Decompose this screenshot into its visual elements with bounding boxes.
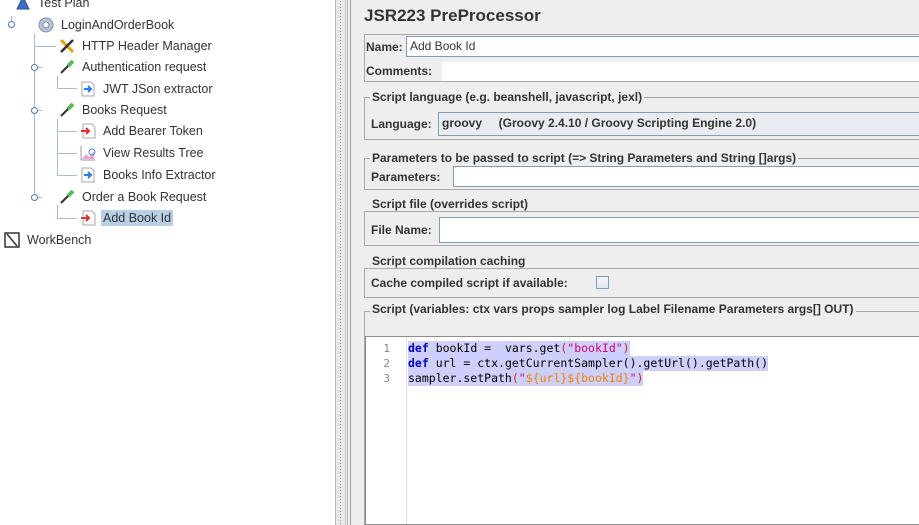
tree-node-label: Test Plan (38, 0, 90, 10)
extractor-icon (79, 166, 97, 184)
code-text: url = ctx.getCurrentSampler (428, 356, 623, 370)
line-number: 1 (383, 342, 390, 355)
script-group-title: Script (variables: ctx vars props sample… (370, 302, 856, 316)
tree-node-thread-group[interactable]: LoginAndOrderBook (37, 15, 176, 35)
wrench-screwdriver-icon (58, 37, 76, 55)
code-string: " (629, 371, 637, 385)
parameters-field[interactable] (453, 166, 919, 187)
language-label: Language: (371, 117, 432, 131)
tree-node-label: Add Book Id (101, 210, 174, 226)
tree-node-label: Order a Book Request (82, 190, 207, 204)
tree-node-order-book-request[interactable]: Order a Book Request (58, 187, 208, 207)
tree-node-label: Add Bearer Token (103, 124, 203, 138)
splitter-rail (345, 0, 346, 525)
tree-node-label: Books Request (82, 103, 167, 117)
line-number: 3 (383, 372, 390, 385)
comments-field[interactable] (442, 62, 919, 81)
tree-node-label: LoginAndOrderBook (61, 18, 175, 32)
tree-node-add-bearer-token[interactable]: Add Bearer Token (79, 121, 205, 141)
tree-connector (34, 34, 35, 197)
code-text: bookId = vars.get (428, 341, 561, 355)
cache-label: Cache compiled script if available: (371, 276, 568, 290)
extractor-icon (79, 80, 97, 98)
script-editor[interactable]: 1 2 3 def bookId = vars.get("bookId") de… (365, 336, 919, 525)
tree-node-label: View Results Tree (103, 146, 204, 160)
code-paren: ) (636, 371, 644, 385)
comments-label: Comments: (366, 64, 433, 78)
tree-connector (57, 119, 58, 175)
code-keyword: def (408, 356, 429, 370)
tree-node-jwt-json-extractor[interactable]: JWT JSon extractor (79, 79, 215, 99)
flask-icon (14, 0, 32, 12)
test-plan-tree[interactable]: Test Plan LoginAndOrderBook HTTP Header … (0, 0, 335, 525)
gear-icon (37, 16, 55, 34)
splitter-grip[interactable] (339, 0, 343, 525)
tree-node-books-request[interactable]: Books Request (58, 100, 169, 120)
expand-toggle[interactable] (31, 194, 38, 201)
parameters-label: Parameters: (371, 170, 441, 184)
name-field[interactable]: Add Book Id (406, 36, 919, 57)
workbench-icon (3, 231, 21, 249)
code-line: def url = ctx.getCurrentSampler().getUrl… (408, 356, 769, 371)
tree-connector (57, 76, 58, 88)
tree-node-label: Books Info Extractor (103, 168, 216, 182)
line-number: 2 (383, 357, 390, 370)
code-paren: ) (622, 341, 630, 355)
code-text: ().getUrl().getPath() (622, 356, 769, 370)
name-label: Name: (366, 40, 403, 54)
cache-compiled-checkbox[interactable] (596, 276, 609, 289)
preprocessor-icon (79, 209, 97, 227)
tree-connector (57, 218, 77, 219)
line-number-gutter: 1 2 3 (366, 337, 407, 524)
code-line: def bookId = vars.get("bookId") (408, 341, 630, 356)
pipette-icon (58, 58, 76, 76)
pane-splitter[interactable] (335, 0, 348, 525)
tree-node-label: HTTP Header Manager (82, 39, 212, 53)
tree-node-http-header-manager[interactable]: HTTP Header Manager (58, 36, 214, 56)
file-name-label: File Name: (371, 223, 432, 237)
parameters-group-title: Parameters to be passed to script (=> St… (370, 151, 799, 165)
expand-toggle[interactable] (31, 107, 38, 114)
jsr223-preprocessor-panel: JSR223 PreProcessor Name: Add Book Id Co… (350, 0, 919, 525)
code-keyword: def (408, 341, 429, 355)
tree-connector (57, 153, 77, 154)
tree-node-view-results-tree[interactable]: View Results Tree (79, 143, 206, 163)
tree-connector (57, 175, 77, 176)
pipette-icon (58, 188, 76, 206)
code-template: ${url}${bookId} (525, 371, 630, 385)
preprocessor-icon (79, 122, 97, 140)
tree-node-label: JWT JSon extractor (103, 82, 213, 96)
language-select[interactable]: groovy (Groovy 2.4.10 / Groovy Scripting… (438, 112, 919, 136)
page-title: JSR223 PreProcessor (364, 6, 541, 25)
tree-node-authentication-request[interactable]: Authentication request (58, 57, 208, 77)
expand-toggle[interactable] (8, 21, 15, 28)
tree-connector (57, 88, 77, 89)
code-string: " (518, 371, 526, 385)
code-text: sampler.setPath (408, 371, 512, 385)
tree-node-test-plan[interactable]: Test Plan (14, 0, 91, 13)
tree-node-add-book-id[interactable]: Add Book Id (79, 208, 174, 228)
chart-listener-icon (79, 144, 97, 162)
file-name-field[interactable] (439, 217, 919, 243)
tree-node-label: WorkBench (27, 233, 92, 247)
tree-connector (34, 46, 56, 47)
compilation-caching-group-title: Script compilation caching (370, 254, 528, 268)
script-language-group-title: Script language (e.g. beanshell, javascr… (370, 90, 645, 104)
tree-connector (57, 131, 77, 132)
code-paren: ( (511, 371, 519, 385)
tree-node-label: Authentication request (82, 60, 207, 74)
code-line: sampler.setPath("${url}${bookId}") (408, 371, 644, 386)
expand-toggle[interactable] (31, 64, 38, 71)
tree-node-workbench[interactable]: WorkBench (3, 230, 93, 250)
pipette-icon (58, 101, 76, 119)
code-string: "bookId" (567, 341, 623, 355)
script-file-group-title: Script file (overrides script) (370, 197, 531, 211)
tree-node-books-info-extractor[interactable]: Books Info Extractor (79, 165, 218, 185)
